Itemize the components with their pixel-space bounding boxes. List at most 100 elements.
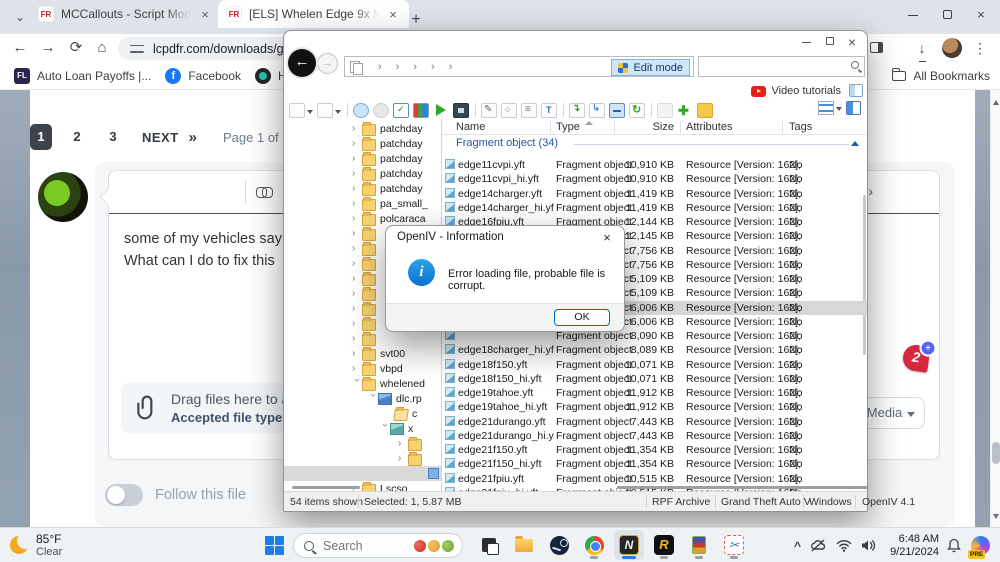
tree-item[interactable]: › x: [284, 421, 441, 436]
breadcrumb-segment[interactable]: [425, 61, 443, 73]
toolbar-icon[interactable]: [453, 103, 469, 118]
tree-chevron-icon[interactable]: ›: [352, 228, 362, 239]
tree-item[interactable]: › whelened: [284, 376, 441, 391]
column-attributes[interactable]: Attributes: [686, 121, 732, 133]
link-icon[interactable]: [256, 186, 274, 198]
tree-item[interactable]: [284, 466, 441, 481]
toolbar-icon[interactable]: [475, 103, 476, 117]
file-row[interactable]: edge14charger_hi.yft Fragment object 11,…: [442, 201, 867, 215]
tree-item[interactable]: ›: [284, 331, 441, 346]
openiv-titlebar[interactable]: ×: [284, 31, 867, 55]
browser-tab[interactable]: FR [ELS] Whelen Edge 9x Mega Pac ×: [218, 0, 409, 28]
ok-button[interactable]: OK: [554, 309, 610, 326]
file-row[interactable]: edge18f150.yft Fragment object 10,071 KB…: [442, 358, 867, 372]
list-horizontal-scrollbar[interactable]: [617, 486, 867, 489]
toolbar-icon[interactable]: [563, 103, 564, 117]
toolbar-icon[interactable]: [289, 103, 305, 118]
tree-chevron-icon[interactable]: ›: [352, 363, 362, 374]
toolbar-icon[interactable]: [609, 103, 625, 118]
taskbar-app-icon[interactable]: N: [614, 530, 644, 560]
tab-close-icon[interactable]: ×: [197, 7, 213, 22]
tree-chevron-icon[interactable]: ›: [352, 183, 362, 194]
openiv-minimize-button[interactable]: [795, 33, 817, 53]
toolbar-icon[interactable]: [521, 103, 537, 118]
start-button[interactable]: [265, 536, 284, 555]
tree-item[interactable]: › polcaraca: [284, 211, 441, 226]
toolbar-icon[interactable]: [317, 103, 333, 118]
tree-chevron-icon[interactable]: ›: [352, 333, 362, 344]
tree-chevron-icon[interactable]: ›: [352, 273, 362, 284]
site-settings-icon[interactable]: [130, 44, 144, 54]
toolbar-icon[interactable]: [481, 103, 497, 118]
tree-chevron-icon[interactable]: ›: [352, 243, 362, 254]
breadcrumb-segment[interactable]: [443, 61, 461, 73]
breadcrumb-segment[interactable]: [390, 61, 408, 73]
tree-chevron-icon[interactable]: ›: [352, 348, 362, 359]
clock[interactable]: 6:48 AM 9/21/2024: [890, 533, 939, 559]
taskbar-app-icon[interactable]: [474, 530, 504, 560]
toolbar-icon[interactable]: [677, 103, 693, 118]
toolbar-icon[interactable]: [569, 103, 585, 118]
page-2-button[interactable]: 2: [66, 124, 88, 150]
wifi-icon[interactable]: [836, 539, 852, 552]
toolbar-icon[interactable]: [413, 103, 429, 118]
file-row[interactable]: edge11cvpi.yft Fragment object 10,910 KB…: [442, 158, 867, 172]
group-header[interactable]: Fragment object (34): [442, 137, 867, 151]
tree-item[interactable]: › patchday: [284, 166, 441, 181]
dialog-close-icon[interactable]: ×: [598, 229, 616, 247]
openiv-back-button[interactable]: ←: [288, 49, 316, 77]
toolbar-icon[interactable]: [347, 103, 348, 117]
copilot-icon[interactable]: PRE: [971, 536, 990, 555]
scroll-up-icon[interactable]: [993, 100, 999, 105]
openiv-maximize-button[interactable]: [819, 33, 841, 53]
toolbar-icon[interactable]: [651, 103, 652, 117]
tree-item[interactable]: c: [284, 406, 441, 421]
onedrive-paused-icon[interactable]: [810, 539, 827, 553]
notifications-bell-icon[interactable]: [947, 538, 961, 553]
toolbar-icon[interactable]: [541, 103, 557, 118]
tree-item[interactable]: › dlc.rp: [284, 391, 441, 406]
reload-button[interactable]: ⟳: [64, 36, 88, 60]
follow-toggle[interactable]: [105, 484, 143, 506]
bookmark-item[interactable]: FL Auto Loan Payoffs |...: [14, 68, 151, 84]
column-type[interactable]: Type: [556, 121, 580, 133]
toolbar-icon[interactable]: [393, 103, 409, 118]
file-row[interactable]: edge11cvpi_hi.yft Fragment object 10,910…: [442, 172, 867, 186]
columns-icon[interactable]: [846, 101, 861, 115]
toolbar-icon[interactable]: [629, 103, 645, 118]
new-tab-button[interactable]: +: [406, 10, 426, 30]
weather-widget[interactable]: 85°F Clear: [10, 532, 62, 558]
tree-item[interactable]: › patchday: [284, 136, 441, 151]
taskbar-app-icon[interactable]: ✂: [719, 530, 749, 560]
search-input[interactable]: [323, 539, 403, 553]
file-row[interactable]: edge21durango.yft Fragment object 7,443 …: [442, 415, 867, 429]
tree-chevron-icon[interactable]: ›: [352, 123, 362, 134]
tree-item[interactable]: › patchday: [284, 181, 441, 196]
taskbar-app-icon[interactable]: [509, 530, 539, 560]
tree-chevron-icon[interactable]: ›: [352, 213, 362, 224]
tree-chevron-icon[interactable]: ›: [352, 379, 363, 389]
browser-close-button[interactable]: ×: [966, 4, 996, 28]
toolbar-icon[interactable]: [697, 103, 713, 118]
toolbar-icon[interactable]: [589, 103, 605, 118]
openiv-forward-button[interactable]: →: [317, 53, 338, 74]
next-page-button[interactable]: NEXT: [142, 130, 179, 145]
page-3-button[interactable]: 3: [102, 124, 124, 150]
toolbar-icon[interactable]: [353, 103, 369, 118]
tree-chevron-icon[interactable]: ›: [352, 198, 362, 209]
openiv-search-box[interactable]: [698, 56, 865, 77]
tree-item[interactable]: › vbpd: [284, 361, 441, 376]
taskbar-app-icon[interactable]: [579, 530, 609, 560]
scroll-down-icon[interactable]: [993, 514, 999, 519]
tree-chevron-icon[interactable]: ›: [352, 303, 362, 314]
edit-mode-button[interactable]: Edit mode: [611, 59, 690, 76]
profile-avatar[interactable]: [942, 38, 962, 58]
downloads-icon[interactable]: ↓: [910, 37, 934, 61]
browser-menu-icon[interactable]: ⋮: [968, 37, 992, 61]
file-row[interactable]: edge14charger.yft Fragment object 11,419…: [442, 187, 867, 201]
all-bookmarks-label[interactable]: All Bookmarks: [913, 69, 990, 83]
page-1-button[interactable]: 1: [30, 124, 52, 150]
page-scrollbar[interactable]: [990, 90, 1000, 527]
tree-chevron-icon[interactable]: ›: [352, 153, 362, 164]
openiv-close-button[interactable]: ×: [841, 33, 863, 53]
